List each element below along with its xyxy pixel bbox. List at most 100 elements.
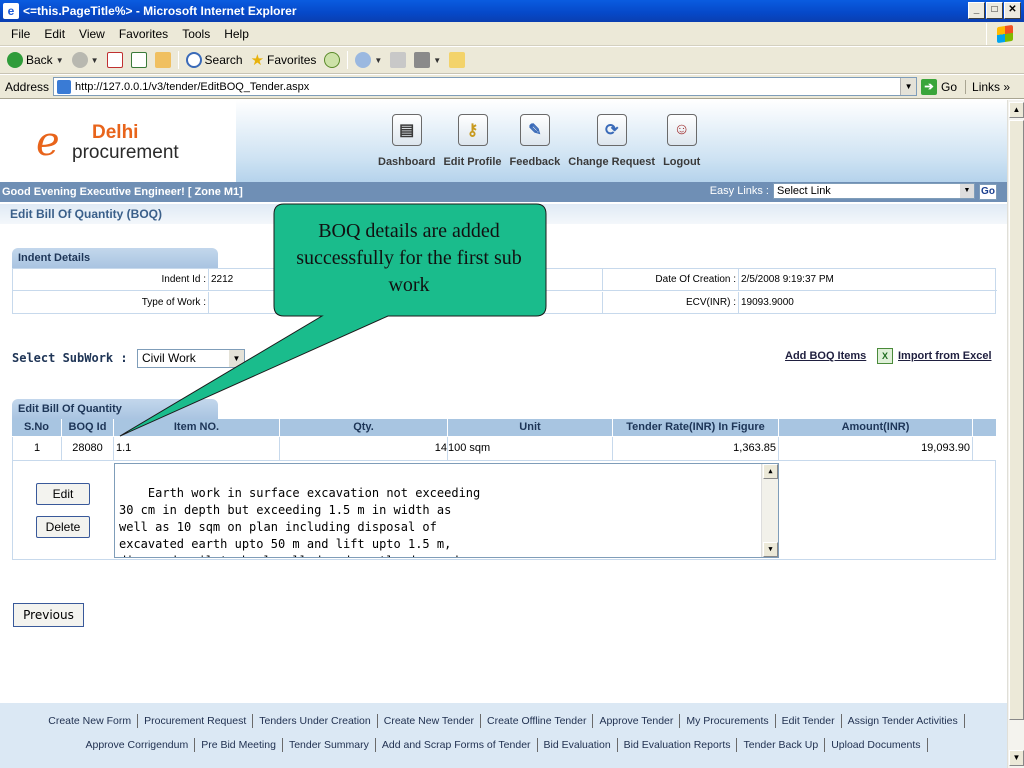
footer-link[interactable]: Procurement Request [138, 714, 254, 728]
mail-icon [355, 52, 372, 68]
nav-feedback-label: Feedback [509, 156, 561, 168]
search-label: Search [204, 53, 243, 67]
easy-links-label: Easy Links : [709, 185, 769, 197]
footer-link[interactable]: Add and Scrap Forms of Tender [376, 738, 538, 752]
easy-links-go-button[interactable]: Go [979, 184, 997, 200]
subwork-select[interactable]: Civil Work ▼ [137, 349, 245, 368]
toolbar-separator [177, 51, 179, 69]
address-label: Address [5, 79, 50, 94]
site-logo[interactable]: e Delhi procurement [0, 100, 236, 182]
row-boq-id: 28080 [62, 437, 114, 461]
nav-dashboard[interactable]: ▤ Dashboard [378, 114, 435, 168]
edit-page-button[interactable]: ▼ [410, 52, 445, 68]
address-dropdown-icon[interactable]: ▼ [900, 78, 917, 95]
footer-link[interactable]: Create New Tender [378, 714, 482, 728]
footer-link[interactable]: Bid Evaluation [538, 738, 618, 752]
item-description-textarea[interactable]: Earth work in surface excavation not exc… [114, 463, 779, 558]
easy-links-selected: Select Link [777, 185, 831, 197]
window-title-bar: e <=this.PageTitle%> - Microsoft Interne… [0, 0, 1024, 22]
excel-icon[interactable]: X [877, 348, 893, 364]
nav-change-request[interactable]: ⟳ Change Request [568, 114, 655, 168]
stop-icon [106, 52, 123, 68]
scroll-up-icon[interactable]: ▲ [763, 464, 778, 479]
row-tender-rate: 1,363.85 [613, 437, 779, 461]
edit-dropdown-icon[interactable]: ▼ [433, 56, 441, 65]
select-subwork-label: Select SubWork : [12, 351, 128, 365]
media-button[interactable] [320, 52, 344, 68]
scroll-down-icon[interactable]: ▼ [1009, 750, 1024, 766]
search-icon [185, 52, 202, 68]
window-title: <=this.PageTitle%> - Microsoft Internet … [23, 4, 297, 18]
forward-dropdown-icon[interactable]: ▼ [91, 56, 99, 65]
description-scrollbar[interactable]: ▲ ▼ [761, 464, 778, 557]
links-button[interactable]: Links » [965, 79, 1010, 94]
footer-link[interactable]: Tender Summary [283, 738, 376, 752]
import-from-excel-link[interactable]: Import from Excel [898, 350, 992, 362]
ecv-value: 19093.9000 [741, 297, 794, 308]
refresh-button[interactable] [127, 52, 151, 68]
menu-tools[interactable]: Tools [175, 27, 217, 41]
footer-link[interactable]: Create Offline Tender [481, 714, 594, 728]
menu-favorites[interactable]: Favorites [112, 27, 175, 41]
close-button[interactable]: ✕ [1004, 2, 1021, 19]
footer-link[interactable]: Assign Tender Activities [842, 714, 965, 728]
footer-link[interactable]: Upload Documents [825, 738, 928, 752]
add-boq-items-link[interactable]: Add BOQ Items [785, 350, 866, 362]
footer-link[interactable]: Tenders Under Creation [253, 714, 378, 728]
indent-id-label: Indent Id : [13, 269, 209, 291]
footer-row-2: Approve Corrigendum Pre Bid Meeting Tend… [0, 738, 1007, 752]
menu-edit[interactable]: Edit [37, 27, 72, 41]
favorites-button[interactable]: ★ Favorites [247, 51, 321, 69]
go-button[interactable]: ➔ Go [917, 78, 965, 95]
row-unit: 100 sqm [448, 437, 613, 461]
delete-button[interactable]: Delete [36, 516, 90, 538]
forward-button[interactable]: ▼ [68, 52, 103, 68]
web-page: e Delhi procurement ▤ Dashboard ⚷ Edit P… [0, 100, 1007, 768]
footer-link[interactable]: Tender Back Up [737, 738, 826, 752]
menu-view[interactable]: View [72, 27, 112, 41]
easy-links-select[interactable]: Select Link ▼ [773, 183, 975, 199]
stop-button[interactable] [103, 52, 127, 68]
back-arrow-icon [7, 52, 23, 68]
footer-row-1: Create New Form Procurement Request Tend… [0, 714, 1007, 728]
footer-link[interactable]: My Procurements [680, 714, 776, 728]
mail-dropdown-icon[interactable]: ▼ [374, 56, 382, 65]
scroll-up-icon[interactable]: ▲ [1009, 102, 1024, 118]
minimize-button[interactable]: _ [968, 2, 985, 19]
back-button[interactable]: Back ▼ [3, 52, 68, 68]
folder-icon [449, 52, 466, 68]
previous-button[interactable]: Previous [13, 603, 84, 627]
key-icon: ⚷ [457, 114, 488, 146]
footer-link[interactable]: Approve Tender [593, 714, 681, 728]
scroll-down-icon[interactable]: ▼ [763, 542, 778, 557]
mail-button[interactable]: ▼ [351, 52, 386, 68]
address-input[interactable]: http://127.0.0.1/v3/tender/EditBOQ_Tende… [53, 77, 918, 96]
scrollbar-thumb[interactable] [1009, 120, 1024, 720]
search-button[interactable]: Search [182, 52, 247, 68]
nav-edit-profile[interactable]: ⚷ Edit Profile [443, 114, 502, 168]
footer-link[interactable]: Bid Evaluation Reports [618, 738, 738, 752]
maximize-button[interactable]: □ [986, 2, 1003, 19]
nav-logout[interactable]: ☺ Logout [663, 114, 700, 168]
go-label: Go [941, 79, 958, 94]
footer-link[interactable]: Approve Corrigendum [80, 738, 196, 752]
print-icon [390, 52, 407, 68]
menu-help[interactable]: Help [217, 27, 256, 41]
col-amount: Amount(INR) [779, 419, 973, 436]
nav-feedback[interactable]: ✎ Feedback [509, 114, 561, 168]
windows-flag-icon [996, 24, 1013, 44]
folder-button[interactable] [445, 52, 469, 68]
dashboard-icon: ▤ [391, 114, 422, 146]
footer-link[interactable]: Edit Tender [776, 714, 842, 728]
footer-link[interactable]: Create New Form [42, 714, 139, 728]
page-scrollbar[interactable]: ▲ ▼ [1007, 100, 1024, 768]
home-icon [154, 52, 171, 68]
menu-file[interactable]: File [4, 27, 37, 41]
nav-edit-profile-label: Edit Profile [443, 156, 502, 168]
home-button[interactable] [151, 52, 175, 68]
edit-button[interactable]: Edit [36, 483, 90, 505]
back-dropdown-icon[interactable]: ▼ [56, 56, 64, 65]
footer-link[interactable]: Pre Bid Meeting [195, 738, 283, 752]
logo-e-letter: e [36, 119, 60, 165]
print-button[interactable] [386, 52, 410, 68]
